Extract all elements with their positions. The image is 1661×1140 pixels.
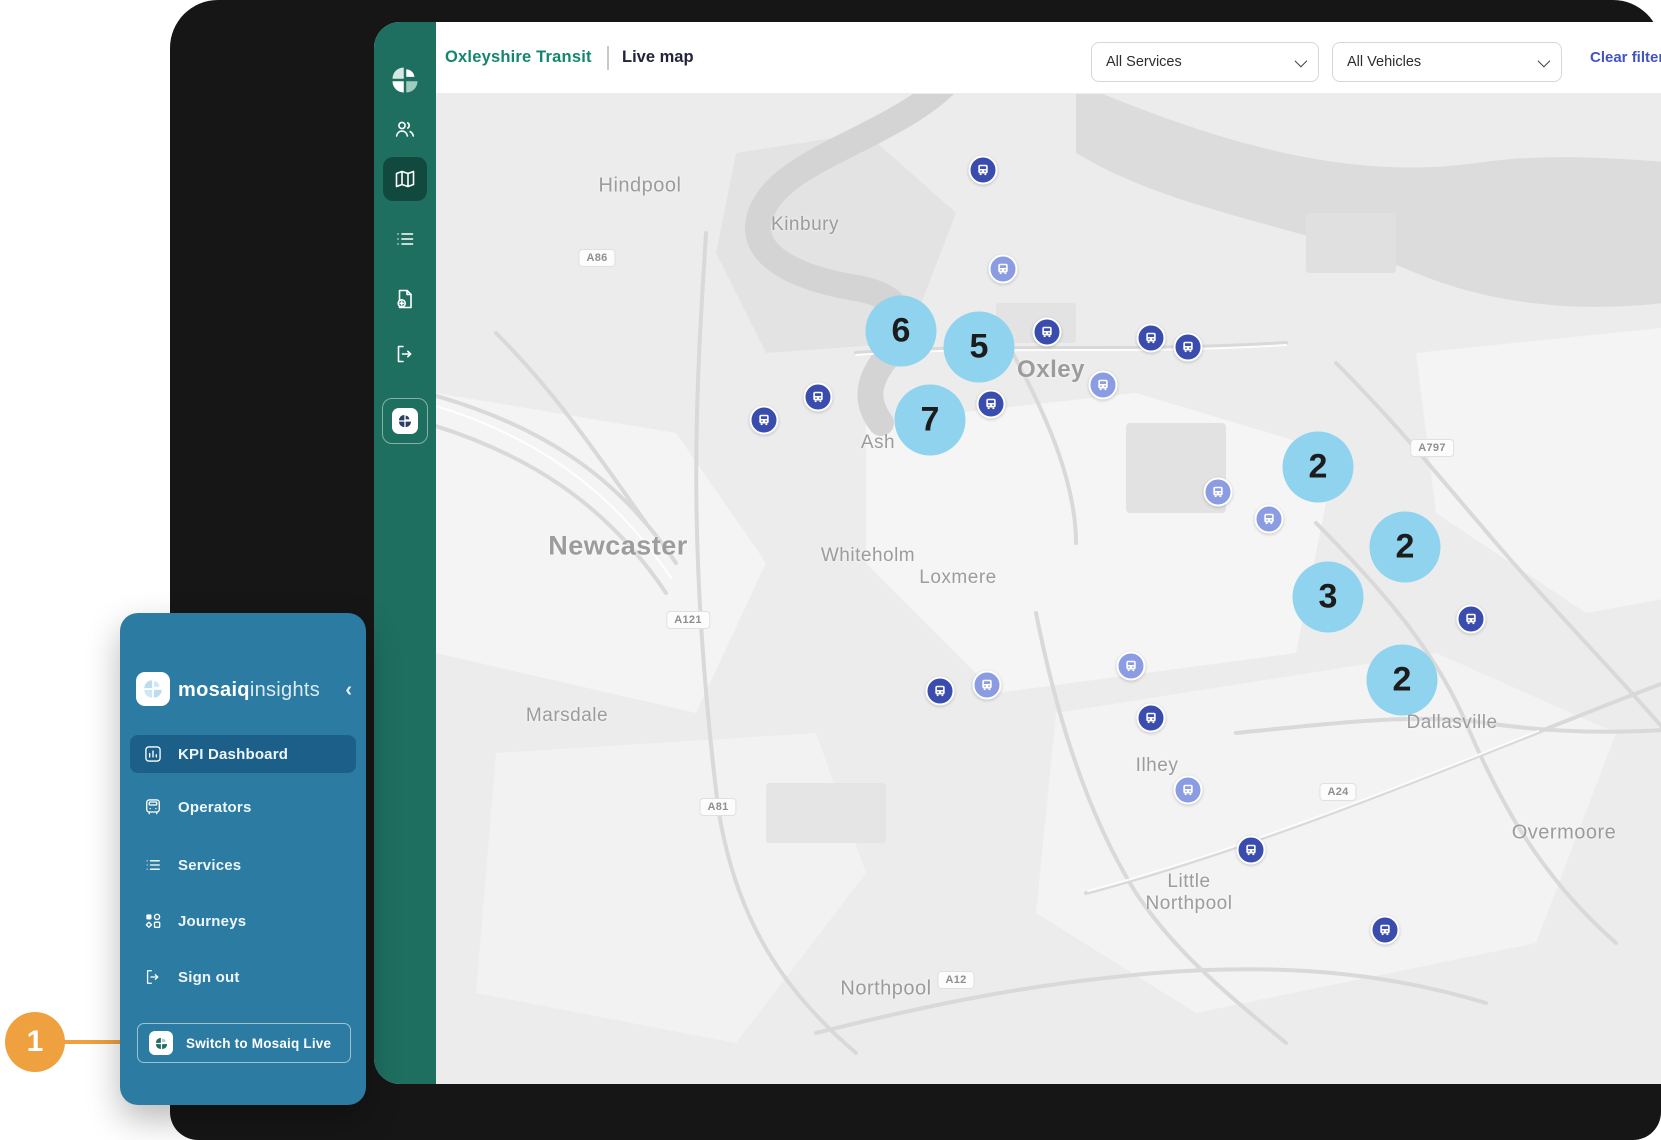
- panel-brand-light: insights: [250, 679, 320, 702]
- icon-sidebar: [374, 22, 436, 1084]
- bus-marker[interactable]: [1371, 916, 1400, 945]
- menu-item-operators[interactable]: Operators: [130, 788, 356, 826]
- vehicles-filter-dropdown[interactable]: All Vehicles: [1332, 42, 1562, 82]
- bus-marker[interactable]: [1255, 505, 1284, 534]
- chevron-down-icon: [1295, 54, 1308, 67]
- menu-item-label: KPI Dashboard: [178, 746, 288, 763]
- bus-marker[interactable]: [750, 406, 779, 435]
- bus-marker[interactable]: [1237, 836, 1266, 865]
- vehicles-filter-value: All Vehicles: [1347, 54, 1421, 70]
- bus-marker[interactable]: [1137, 324, 1166, 353]
- bus-marker[interactable]: [1033, 318, 1062, 347]
- device-frame: HindpoolKinburyOxleyAshNewcasterWhitehol…: [170, 0, 1661, 1140]
- bus-marker[interactable]: [926, 677, 955, 706]
- bus-marker[interactable]: [1137, 704, 1166, 733]
- menu-item-sign-out[interactable]: Sign out: [130, 958, 356, 996]
- panel-brand: mosaiqinsights: [178, 668, 320, 712]
- list-icon: [143, 855, 163, 875]
- panel-header: mosaiqinsights ‹: [120, 668, 366, 712]
- bus-marker[interactable]: [1089, 371, 1118, 400]
- services-filter-dropdown[interactable]: All Services: [1091, 42, 1319, 82]
- bus-marker[interactable]: [1174, 333, 1203, 362]
- mosaiq-logo: [383, 58, 427, 102]
- menu-item-services[interactable]: Services: [130, 846, 356, 884]
- bus-markers-layer: [436, 93, 1661, 1084]
- bus-marker[interactable]: [1204, 478, 1233, 507]
- chevron-down-icon: [1538, 54, 1551, 67]
- bus-marker[interactable]: [969, 156, 998, 185]
- menu-item-kpi-dashboard[interactable]: KPI Dashboard: [130, 735, 356, 773]
- panel-brand-bold: mosaiq: [178, 679, 250, 702]
- bus-front-icon: [143, 797, 163, 817]
- annotation-step-badge: 1: [5, 1012, 65, 1072]
- operators-users-icon[interactable]: [383, 107, 427, 151]
- mosaiq-live-tile-icon: [149, 1031, 173, 1055]
- sign-out-icon: [143, 967, 163, 987]
- live-map-canvas[interactable]: HindpoolKinburyOxleyAshNewcasterWhitehol…: [436, 93, 1661, 1084]
- annotation-connector-line: [62, 1040, 122, 1044]
- switch-to-mosaiq-live-button[interactable]: Switch to Mosaiq Live: [137, 1023, 351, 1063]
- bus-marker[interactable]: [1457, 605, 1486, 634]
- switch-button-label: Switch to Mosaiq Live: [186, 1036, 331, 1051]
- journeys-icon: [143, 911, 163, 931]
- services-filter-value: All Services: [1106, 54, 1182, 70]
- sign-out-icon[interactable]: [383, 332, 427, 376]
- menu-item-label: Journeys: [178, 913, 246, 930]
- services-list-icon[interactable]: [383, 217, 427, 261]
- page-title: Live map: [622, 22, 694, 93]
- mosaiq-insights-panel: mosaiqinsights ‹ KPI Dashboard Operators…: [120, 613, 366, 1105]
- kpi-chart-icon: [143, 744, 163, 764]
- menu-item-label: Operators: [178, 799, 252, 816]
- bus-marker[interactable]: [977, 390, 1006, 419]
- top-bar: Oxleyshire Transit Live map All Services…: [436, 22, 1661, 94]
- bus-marker[interactable]: [1174, 776, 1203, 805]
- switch-app-icon[interactable]: [382, 398, 428, 444]
- live-map-icon[interactable]: [383, 157, 427, 201]
- document-add-icon[interactable]: [383, 277, 427, 321]
- collapse-chevron-icon[interactable]: ‹: [345, 668, 352, 712]
- menu-item-label: Sign out: [178, 969, 240, 986]
- header-divider: [607, 46, 609, 70]
- bus-marker[interactable]: [989, 255, 1018, 284]
- mosaiq-insights-logo: [136, 672, 170, 706]
- menu-item-label: Services: [178, 857, 241, 874]
- brand-title: Oxleyshire Transit: [445, 22, 592, 93]
- app-window: HindpoolKinburyOxleyAshNewcasterWhitehol…: [374, 22, 1661, 1084]
- bus-marker[interactable]: [973, 671, 1002, 700]
- bus-marker[interactable]: [804, 383, 833, 412]
- clear-filters-link[interactable]: Clear filters: [1590, 22, 1661, 93]
- menu-item-journeys[interactable]: Journeys: [130, 902, 356, 940]
- bus-marker[interactable]: [1117, 652, 1146, 681]
- mosaiq-live-tile-icon: [392, 408, 418, 434]
